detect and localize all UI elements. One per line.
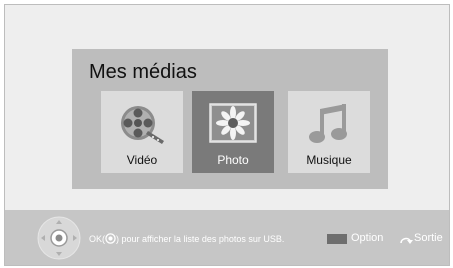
option-key-icon[interactable] — [327, 234, 347, 244]
tile-photo[interactable]: Photo — [192, 91, 274, 173]
screen-frame: Mes médias Vidéo Photo Musique OK() pou… — [4, 4, 450, 266]
film-reel-icon — [121, 106, 164, 144]
hint-prefix: OK( — [89, 234, 106, 244]
option-label[interactable]: Option — [351, 232, 383, 244]
tile-video[interactable]: Vidéo — [101, 91, 183, 173]
navigation-pad-icon[interactable] — [37, 216, 81, 260]
tile-photo-label: Photo — [217, 153, 249, 167]
ok-button-icon — [105, 233, 116, 244]
panel-title: Mes médias — [89, 61, 197, 83]
footer-hint: OK( ) pour afficher la liste des photos s… — [89, 233, 284, 244]
tile-music[interactable]: Musique — [288, 91, 370, 173]
hint-suffix: ) pour afficher la liste des photos sur … — [116, 234, 285, 244]
exit-label[interactable]: Sortie — [414, 232, 443, 244]
flower-photo-icon — [209, 103, 257, 143]
tile-music-label: Musique — [306, 153, 352, 167]
tile-video-label: Vidéo — [126, 153, 158, 167]
music-note-icon — [309, 104, 347, 143]
media-menu-panel: Mes médias Vidéo Photo Musique — [72, 49, 388, 189]
footer-bar: OK( ) pour afficher la liste des photos s… — [5, 210, 449, 265]
exit-return-icon[interactable] — [398, 235, 414, 245]
